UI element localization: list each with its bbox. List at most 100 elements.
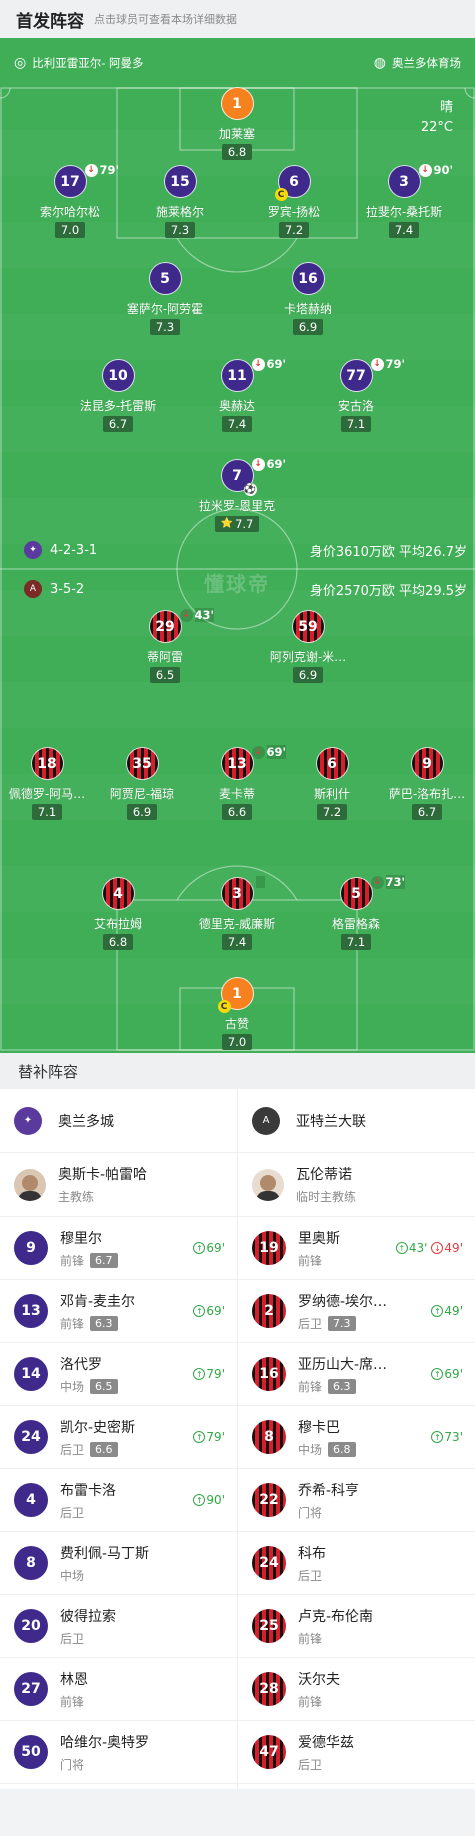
player-rating: 7.3 bbox=[328, 1315, 356, 1331]
sub-out-icon: ↓ bbox=[370, 875, 384, 889]
lineup-title: 首发阵容 bbox=[16, 11, 84, 32]
rating-value: 7.4 bbox=[227, 935, 247, 949]
sub-in-minute: 79' bbox=[206, 1367, 225, 1381]
away-player[interactable]: 9 萨巴-洛布扎… 6.7 bbox=[367, 747, 475, 820]
home-player[interactable]: 5 塞萨尔-阿劳霍 7.3 bbox=[105, 262, 225, 335]
player-name: 麦卡蒂 bbox=[218, 787, 255, 801]
player-name: 德里克-威廉斯 bbox=[198, 917, 276, 931]
rating-value: 7.0 bbox=[60, 223, 80, 237]
home-player[interactable]: 6 C 罗宾-扬松 7.2 bbox=[234, 165, 354, 238]
home-player[interactable]: 10 法昆多-托雷斯 6.7 bbox=[58, 359, 178, 432]
home-coach-row[interactable]: 奥斯卡-帕雷哈 主教练 bbox=[0, 1153, 237, 1217]
player-rating: 6.6 bbox=[221, 804, 253, 820]
orlando-logo-icon: ✦ bbox=[24, 541, 42, 559]
list-item[interactable]: 24 科布 后卫 bbox=[238, 1532, 475, 1595]
home-player[interactable]: 7 ↓ 69' ⚽ 拉米罗-恩里克 ⭐ 7.7 bbox=[177, 457, 297, 532]
away-player[interactable]: 5 ↓ 73' 格雷格森 7.1 bbox=[296, 875, 416, 950]
jersey-number-text: 17 bbox=[60, 173, 80, 190]
list-item[interactable]: 50 哈维尔-奥特罗 门将 bbox=[0, 1721, 237, 1784]
player-rating: 7.1 bbox=[340, 934, 372, 950]
list-item[interactable]: 47 爱德华兹 后卫 bbox=[238, 1721, 475, 1784]
player-position: 后卫 bbox=[298, 1316, 323, 1331]
player-name: 罗纳德-埃尔… bbox=[298, 1293, 388, 1310]
jersey-number: 22 bbox=[252, 1483, 286, 1517]
jersey-number-text: 77 bbox=[346, 367, 366, 384]
list-item[interactable]: 28 沃尔夫 前锋 bbox=[238, 1658, 475, 1721]
jersey-number: 16 bbox=[291, 262, 325, 295]
sub-out-minute: 43' bbox=[194, 608, 215, 622]
player-rating: 6.7 bbox=[102, 416, 134, 432]
sub-events: ↑ 90' bbox=[193, 1493, 225, 1507]
away-coach-row[interactable]: 瓦伦蒂诺 临时主教练 bbox=[238, 1153, 475, 1217]
player-name: 洛代罗 bbox=[60, 1356, 102, 1373]
away-player[interactable]: 4 艾布拉姆 6.8 bbox=[58, 877, 178, 950]
sub-in-info: ↑ 69' bbox=[431, 1367, 463, 1381]
player-position: 前锋 bbox=[60, 1694, 85, 1709]
player-position: 前锋 bbox=[298, 1253, 323, 1268]
jersey-number-text: 29 bbox=[155, 618, 175, 635]
away-team-row[interactable]: A 亚特兰大联 bbox=[238, 1089, 475, 1153]
list-item[interactable]: 4 布雷卡洛 后卫 ↑ 90' bbox=[0, 1469, 237, 1532]
away-player[interactable]: 59 阿列克谢-米… 6.9 bbox=[248, 610, 368, 683]
player-rating: 7.4 bbox=[388, 222, 420, 238]
list-item[interactable]: 16 亚历山大-席… 前锋 6.3 ↑ 69' bbox=[238, 1343, 475, 1406]
avatar bbox=[252, 1168, 284, 1201]
player-name: 卢克-布伦南 bbox=[298, 1608, 374, 1625]
rating-value: 7.3 bbox=[155, 320, 175, 334]
sub-out-icon: ↓ bbox=[251, 357, 265, 371]
stadium-icon: ◍ bbox=[373, 55, 386, 71]
referee: 比利亚雷亚尔- 阿曼多 bbox=[32, 56, 144, 70]
sub-in-info: ↑ 69' bbox=[193, 1241, 225, 1255]
list-item[interactable]: 13 邓肯-麦圭尔 前锋 6.3 ↑ 69' bbox=[0, 1280, 237, 1343]
home-player[interactable]: 16 卡塔赫纳 6.9 bbox=[248, 262, 368, 335]
sub-events: ↑ 69' bbox=[193, 1241, 225, 1255]
sub-events: ↑ 43' ↓ 49' bbox=[395, 1241, 463, 1255]
sub-in-icon: ↑ bbox=[431, 1305, 444, 1317]
player-name: 凯尔-史密斯 bbox=[60, 1419, 136, 1436]
jersey-number: 24 bbox=[252, 1546, 286, 1580]
list-item[interactable]: 20 彼得拉索 后卫 bbox=[0, 1595, 237, 1658]
player-rating: 7.2 bbox=[278, 222, 310, 238]
jersey-number-text: 10 bbox=[108, 367, 128, 384]
player-name: 安古洛 bbox=[337, 399, 374, 413]
list-item[interactable]: 9 穆里尔 前锋 6.7 ↑ 69' bbox=[0, 1217, 237, 1280]
player-name: 艾布拉姆 bbox=[93, 917, 142, 931]
home-player[interactable]: 17 ↓ 79' 索尔哈尔松 7.0 bbox=[10, 163, 130, 238]
jersey-number: 8 bbox=[14, 1546, 48, 1580]
list-item[interactable]: 14 洛代罗 中场 6.5 ↑ 79' bbox=[0, 1343, 237, 1406]
jersey-number: 4 bbox=[14, 1483, 48, 1517]
away-player[interactable]: 1 C 古赞 7.0 bbox=[177, 977, 297, 1050]
jersey-number: 9 bbox=[410, 747, 444, 780]
rating-value: 6.7 bbox=[108, 417, 128, 431]
jersey-number-text: 11 bbox=[227, 367, 247, 384]
home-player[interactable]: 15 施莱格尔 7.3 bbox=[120, 165, 240, 238]
home-player[interactable]: 3 ↓ 90' 拉斐尔-桑托斯 7.4 bbox=[344, 163, 464, 238]
player-name: 罗宾-扬松 bbox=[267, 205, 321, 219]
list-item[interactable]: 19 里奥斯 前锋 ↑ 43' ↓ 49' bbox=[238, 1217, 475, 1280]
sub-out-minute: 69' bbox=[266, 357, 287, 371]
away-player[interactable]: 29 ↓ 43' 蒂阿雷 6.5 bbox=[105, 608, 225, 683]
list-item[interactable]: 8 费利佩-马丁斯 中场 bbox=[0, 1532, 237, 1595]
away-player[interactable]: 3 德里克-威廉斯 7.4 bbox=[177, 876, 297, 950]
player-name: 格雷格森 bbox=[331, 917, 380, 931]
player-position: 前锋 bbox=[298, 1631, 323, 1646]
jersey-number: 13 ↓ 69' bbox=[220, 745, 287, 780]
jersey-number: 5 ↓ 73' bbox=[339, 875, 406, 910]
home-player[interactable]: 11 ↓ 69' 奥赫达 7.4 bbox=[177, 357, 297, 432]
list-item[interactable]: 8 穆卡巴 中场 6.8 ↑ 73' bbox=[238, 1406, 475, 1469]
list-item[interactable]: 22 乔希-科亨 门将 bbox=[238, 1469, 475, 1532]
sub-events: ↑ 69' bbox=[193, 1304, 225, 1318]
list-item[interactable]: 2 罗纳德-埃尔… 后卫 7.3 ↑ 49' bbox=[238, 1280, 475, 1343]
player-name: 佩德罗-阿马… bbox=[8, 787, 86, 801]
sub-out-info: ↓ 69' bbox=[251, 457, 286, 471]
home-team-row[interactable]: ✦ 奥兰多城 bbox=[0, 1089, 237, 1153]
jersey-number: 13 bbox=[14, 1294, 48, 1328]
list-item[interactable]: 27 林恩 前锋 bbox=[0, 1658, 237, 1721]
home-player[interactable]: 77 ↓ 79' 安古洛 7.1 bbox=[296, 357, 416, 432]
home-player[interactable]: 1 加莱塞 6.8 bbox=[177, 87, 297, 160]
away-formation: A 3-5-2 bbox=[24, 580, 84, 598]
player-rating: 6.5 bbox=[149, 667, 181, 683]
list-item[interactable]: 25 卢克-布伦南 前锋 bbox=[238, 1595, 475, 1658]
list-item[interactable]: 24 凯尔-史密斯 后卫 6.6 ↑ 79' bbox=[0, 1406, 237, 1469]
jersey-number-text: 6 bbox=[289, 173, 299, 190]
